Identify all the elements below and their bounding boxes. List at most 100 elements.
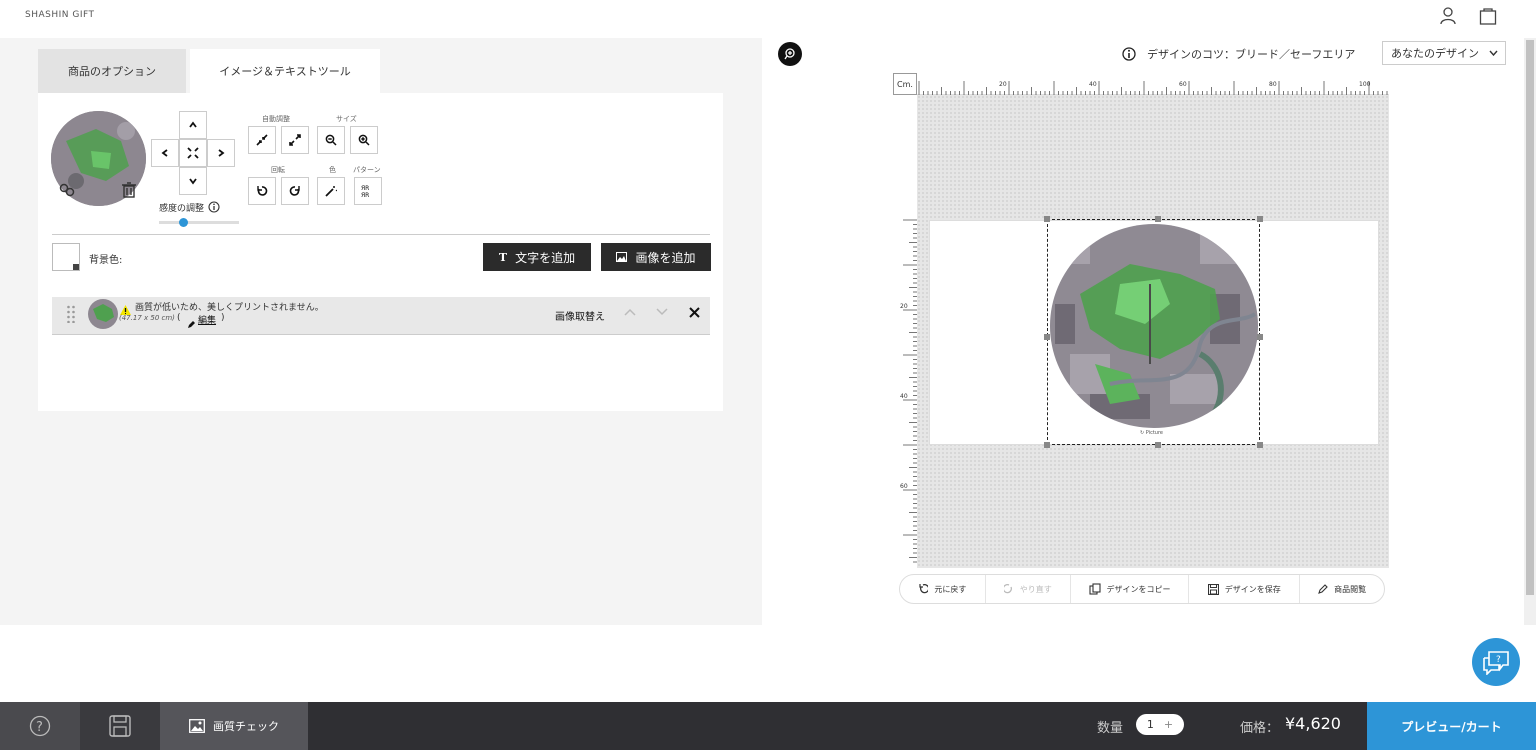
center-button[interactable] (179, 139, 207, 167)
resize-handle-bl[interactable] (1044, 442, 1050, 448)
quantity-plus-button[interactable]: + (1164, 718, 1173, 731)
sensitivity-slider-track[interactable] (159, 221, 239, 224)
ruler-unit: Cm. (893, 73, 917, 95)
quality-check-label: 画質チェック (213, 720, 279, 733)
resize-handle-l[interactable] (1044, 334, 1050, 340)
pencil-icon[interactable] (187, 314, 196, 328)
svg-text:?: ? (36, 720, 43, 735)
chat-help-icon[interactable]: ? (1472, 638, 1520, 686)
canvas-toolbar: 元に戻す やり直す デザインをコピー デザインを保存 商品閲覧 (899, 574, 1385, 604)
ruler-top-label: 40 (1089, 81, 1097, 88)
pencil-icon (1318, 584, 1328, 594)
text-t-icon: T (498, 250, 508, 264)
copy-design-button[interactable]: デザインをコピー (1071, 575, 1190, 603)
save-design-label: デザインを保存 (1224, 584, 1281, 594)
price-label: 価格： (1240, 721, 1280, 736)
copy-icon (1088, 583, 1101, 595)
chevron-down-icon (1489, 50, 1498, 56)
warning-icon (120, 300, 131, 315)
zoom-canvas-icon[interactable] (778, 42, 802, 66)
redo-icon (1003, 584, 1012, 594)
layer-up-icon[interactable] (622, 305, 638, 319)
sensitivity-label: 感度の調整 (159, 204, 205, 214)
ruler-left-label: 20 (900, 303, 908, 310)
info-icon[interactable] (207, 200, 220, 213)
undo-label: 元に戻す (934, 584, 967, 594)
quantity-value[interactable]: 1 (1147, 718, 1154, 731)
shrink-fit-button[interactable] (248, 126, 276, 154)
undo-icon (919, 584, 929, 594)
quality-check-button[interactable]: 画質チェック (160, 702, 308, 750)
drag-handle-icon[interactable] (66, 305, 76, 324)
help-button[interactable]: ? (0, 702, 80, 750)
sensitivity-slider-thumb[interactable] (179, 218, 188, 227)
quantity-stepper[interactable]: 1 + (1136, 714, 1184, 735)
svg-text:ЯR: ЯR (361, 185, 369, 192)
copy-design-label: デザインをコピー (1106, 584, 1171, 594)
move-up-button[interactable] (179, 111, 207, 139)
design-tips-link[interactable]: デザインのコツ：ブリード／セーフエリア (1147, 46, 1355, 62)
picture-icon (189, 719, 205, 733)
tab-image-text-tools[interactable]: イメージ＆テキストツール (190, 49, 380, 93)
tips-info-icon[interactable] (1121, 46, 1136, 61)
add-text-button[interactable]: T 文字を追加 (483, 243, 591, 271)
trash-icon[interactable] (120, 181, 138, 199)
floppy-icon (109, 715, 131, 737)
resize-handle-br[interactable] (1257, 442, 1263, 448)
swatch-dropdown-icon (73, 264, 79, 270)
move-down-button[interactable] (179, 167, 207, 195)
rotate-right-button[interactable] (281, 177, 309, 205)
redo-button[interactable]: やり直す (986, 575, 1071, 603)
resize-handle-tr[interactable] (1257, 216, 1263, 222)
save-footer-button[interactable] (80, 702, 160, 750)
selection-box[interactable] (1047, 219, 1260, 445)
layer-dimensions: (47.17 x 50 cm) (119, 314, 175, 322)
layer-down-icon[interactable] (654, 305, 670, 319)
rotate-label: 回転 (271, 166, 285, 174)
resize-handle-b[interactable] (1155, 442, 1161, 448)
brand-logo[interactable]: SHASHIN GIFT (25, 10, 95, 20)
preview-cart-button[interactable]: プレビュー/カート (1367, 702, 1536, 750)
page-scrollbar[interactable] (1524, 38, 1536, 625)
move-right-button[interactable] (207, 139, 235, 167)
ruler-top-label: 80 (1269, 81, 1277, 88)
zoom-out-button[interactable] (317, 126, 345, 154)
replace-image-link[interactable]: 画像取替え (555, 308, 605, 323)
save-icon (1207, 583, 1219, 595)
design-select[interactable]: あなたのデザイン (1382, 41, 1506, 65)
ruler-top-label: 60 (1179, 81, 1187, 88)
undo-button[interactable]: 元に戻す (900, 575, 986, 603)
quality-warning-text: 画質が低いため、美しくプリントされません。 (135, 303, 324, 313)
user-icon[interactable] (1438, 6, 1458, 26)
magic-wand-button[interactable] (317, 177, 345, 205)
view-product-button[interactable]: 商品閲覧 (1300, 575, 1384, 603)
ruler-top-label: 20 (999, 81, 1007, 88)
tab-product-options[interactable]: 商品のオプション (38, 49, 186, 93)
top-bar (0, 0, 1536, 38)
resize-handle-t[interactable] (1155, 216, 1161, 222)
edit-paren-open: ( (177, 313, 181, 323)
question-icon: ? (29, 715, 51, 737)
auto-adjust-label: 自動調整 (262, 115, 290, 123)
cart-icon[interactable] (1478, 6, 1498, 26)
svg-text:ЯR: ЯR (361, 192, 369, 198)
expand-fill-button[interactable] (281, 126, 309, 154)
link-icon[interactable] (58, 181, 76, 199)
add-image-button[interactable]: 画像を追加 (601, 243, 711, 271)
remove-layer-icon[interactable] (686, 305, 702, 319)
size-label: サイズ (336, 115, 357, 123)
rotate-left-button[interactable] (248, 177, 276, 205)
color-label: 色 (329, 166, 336, 174)
resize-handle-tl[interactable] (1044, 216, 1050, 222)
layer-thumbnail (88, 299, 118, 329)
ruler-top-label: 100 (1359, 81, 1371, 88)
resize-handle-r[interactable] (1257, 334, 1263, 340)
view-product-label: 商品閲覧 (1334, 584, 1367, 594)
move-left-button[interactable] (151, 139, 179, 167)
redo-label: やり直す (1019, 584, 1052, 594)
zoom-in-button[interactable] (350, 126, 378, 154)
pattern-label: パターン (353, 166, 381, 174)
edit-link[interactable]: 編集 (198, 313, 216, 326)
save-design-button[interactable]: デザインを保存 (1189, 575, 1301, 603)
pattern-button[interactable]: ЯR ЯR (354, 177, 382, 205)
